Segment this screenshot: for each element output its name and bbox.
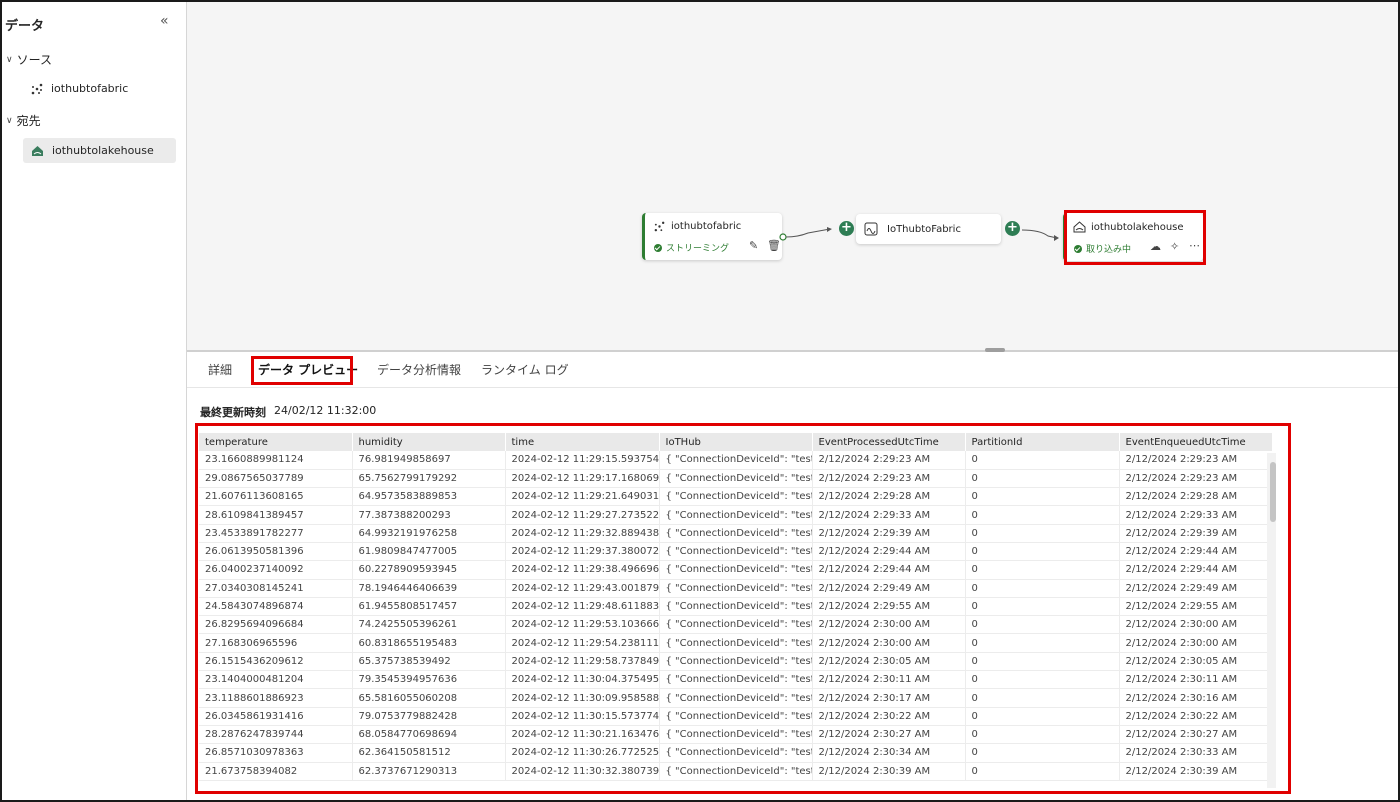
last-updated-label: 最終更新時刻: [200, 406, 266, 419]
eventstream-node[interactable]: IoThubtoFabric: [856, 214, 1001, 244]
sidebar-item-label: iothubtofabric: [51, 82, 129, 95]
source-node-name: iothubtofabric: [671, 221, 742, 232]
highlight-data-preview-tab: [251, 356, 353, 385]
sidebar-section-destination[interactable]: ∨ 宛先: [6, 112, 41, 129]
highlight-destination: [1064, 210, 1206, 265]
sidebar-item-iothubtofabric[interactable]: iothubtofabric: [23, 76, 176, 101]
source-node-status: ストリーミング: [654, 241, 729, 254]
eventstream-node-name: IoThubtoFabric: [887, 224, 961, 235]
tab-details[interactable]: 詳細: [208, 361, 232, 378]
add-destination-button[interactable]: +: [1005, 221, 1020, 236]
add-operation-button[interactable]: +: [839, 221, 854, 236]
edit-icon[interactable]: ✎: [749, 239, 758, 252]
sidebar-item-label: iothubtolakehouse: [52, 144, 154, 157]
sidebar-section-source[interactable]: ∨ ソース: [6, 51, 52, 68]
lakehouse-icon: [32, 145, 43, 156]
sidebar-title: データ: [5, 19, 45, 34]
highlight-data-grid: [195, 423, 1291, 794]
sidebar-section-label: 宛先: [16, 114, 41, 128]
iot-hub-icon: [31, 83, 43, 94]
last-updated-value: 24/02/12 11:32:00: [274, 404, 377, 417]
iot-hub-icon: [654, 221, 665, 232]
check-circle-icon: [654, 243, 662, 252]
tab-data-insights[interactable]: データ分析情報: [377, 361, 461, 378]
bottom-panel-tabs: 詳細 データ プレビュー データ分析情報 ランタイム ログ: [187, 352, 1398, 388]
double-chevron-left-icon[interactable]: «: [160, 13, 169, 29]
chevron-down-icon: ∨: [6, 54, 13, 65]
eventstream-canvas[interactable]: [187, 2, 1398, 350]
eventstream-icon: [864, 222, 878, 236]
source-node[interactable]: iothubtofabric ストリーミング ✎ 🗑: [642, 213, 782, 260]
status-label: ストリーミング: [666, 244, 730, 254]
tab-runtime-logs[interactable]: ランタイム ログ: [481, 361, 569, 378]
last-updated: 最終更新時刻 24/02/12 11:32:00: [200, 404, 376, 420]
sidebar-section-label: ソース: [16, 53, 52, 67]
sidebar-item-iothubtolakehouse[interactable]: iothubtolakehouse: [23, 138, 176, 163]
chevron-down-icon: ∨: [6, 115, 13, 126]
data-sidebar: データ « ∨ ソース iothubtofabric ∨ 宛先 iothubto…: [2, 2, 187, 800]
